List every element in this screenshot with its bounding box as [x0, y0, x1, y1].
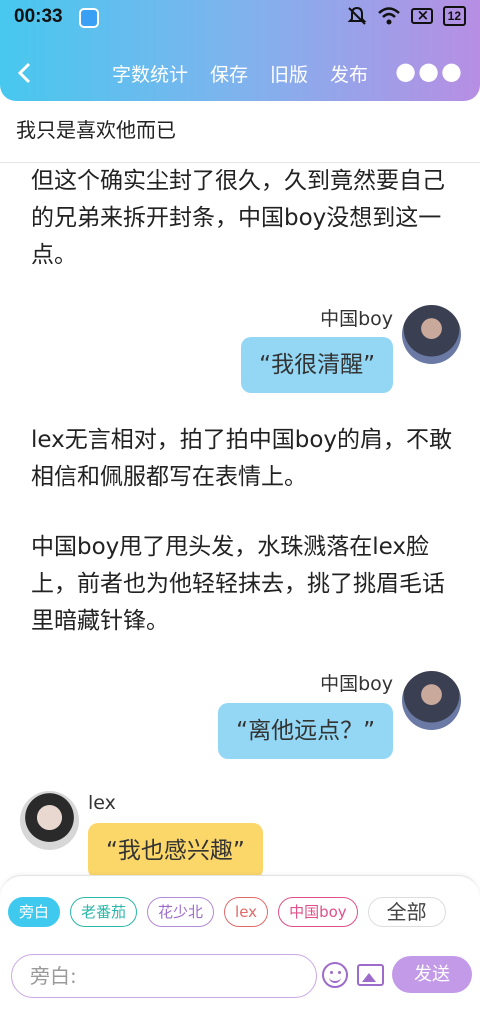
image-icon[interactable]: [357, 964, 384, 986]
avatar[interactable]: [20, 791, 79, 850]
old-version-button[interactable]: 旧版: [270, 60, 308, 87]
sim-blocked-icon: [410, 6, 433, 24]
chip-character[interactable]: lex: [224, 897, 269, 927]
editor-toolbar: 字数统计 保存 旧版 发布 ●●●: [0, 44, 480, 100]
status-time: 00:33: [14, 6, 63, 27]
chip-character[interactable]: 花少北: [147, 897, 215, 927]
chat-bubble[interactable]: “离他远点？”: [218, 703, 393, 759]
speaker-name: 中国boy: [320, 308, 393, 330]
narration-paragraph[interactable]: 但这个确实尘封了很久，久到竟然要自己的兄弟来拆开封条，中国boy没想到这一点。: [31, 163, 456, 274]
narration-paragraph[interactable]: lex无言相对，拍了拍中国boy的肩，不敢相信和佩服都写在表情上。: [31, 422, 456, 496]
more-dots-icon[interactable]: ●●●: [395, 57, 464, 85]
chip-character[interactable]: 中国boy: [278, 897, 358, 927]
page-title[interactable]: 我只是喜欢他而已: [16, 114, 176, 143]
story-content[interactable]: 但这个确实尘封了很久，久到竟然要自己的兄弟来拆开封条，中国boy没想到这一点。 …: [0, 163, 480, 875]
word-count-button[interactable]: 字数统计: [112, 60, 188, 87]
status-icons: 12: [347, 6, 466, 26]
speaker-name: 中国boy: [320, 673, 393, 695]
chevron-left-icon[interactable]: [14, 59, 36, 87]
avatar[interactable]: [402, 305, 461, 364]
status-bar: 00:33 12: [0, 0, 480, 36]
composer-panel: 旁白 老番茄 花少北 lex 中国boy 全部 旁白: 发送: [0, 875, 480, 1016]
chat-bubble[interactable]: “我也感兴趣”: [88, 823, 263, 875]
wifi-icon: [377, 7, 400, 25]
app-notification-icon: [79, 8, 99, 28]
chip-character[interactable]: 老番茄: [70, 897, 138, 927]
chip-narration[interactable]: 旁白: [8, 897, 61, 927]
publish-button[interactable]: 发布: [330, 60, 368, 87]
message-input[interactable]: 旁白:: [11, 954, 317, 998]
mute-bell-icon: [347, 6, 367, 25]
emoji-icon[interactable]: [322, 962, 348, 988]
save-button[interactable]: 保存: [210, 60, 248, 87]
chat-bubble[interactable]: “我很清醒”: [241, 337, 393, 393]
chip-all[interactable]: 全部: [367, 897, 446, 927]
avatar[interactable]: [402, 671, 461, 730]
narration-paragraph[interactable]: 中国boy甩了甩头发，水珠溅落在lex脸上，前者也为他轻轻抹去，挑了挑眉毛话里暗…: [31, 529, 456, 640]
top-header: 00:33 12 字数统计 保存 旧版 发布 ●●●: [0, 0, 480, 101]
speaker-name: lex: [88, 792, 116, 814]
role-chips: 旁白 老番茄 花少北 lex 中国boy 全部: [8, 897, 446, 927]
toolbar-actions: 字数统计 保存 旧版 发布: [112, 60, 368, 87]
battery-icon: 12: [442, 6, 466, 26]
send-button[interactable]: 发送: [392, 956, 472, 993]
